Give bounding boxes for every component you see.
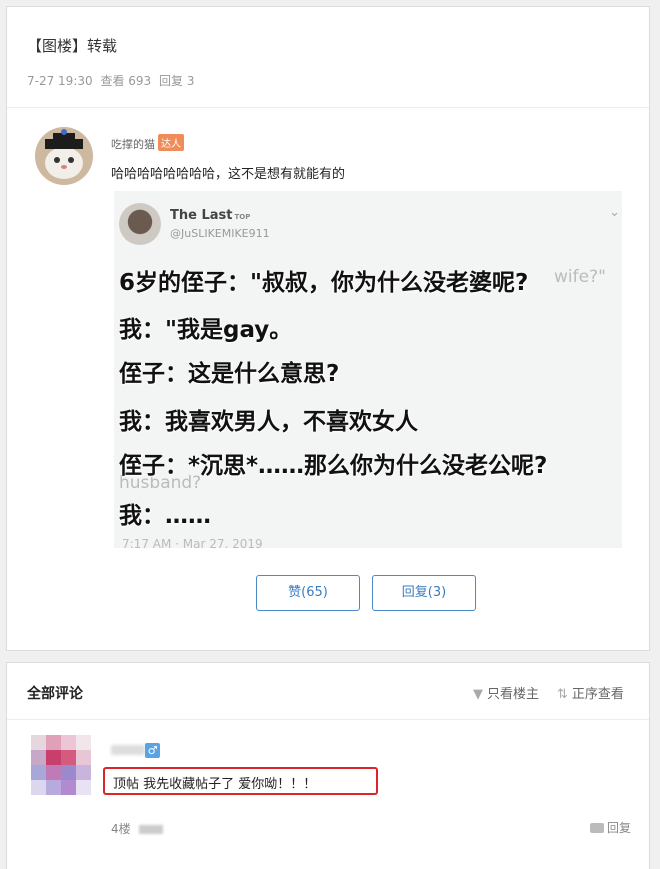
comment-location: [138, 825, 163, 834]
male-icon: ♂: [145, 743, 160, 758]
comments-card: 全部评论 ▼ 只看楼主 ⇅ 正序查看 ♂ 顶帖 我先收藏帖子了 爱你呦！！！ 4楼 …: [6, 662, 650, 869]
expert-badge: 达人: [158, 134, 184, 151]
reply-button[interactable]: 回复(3): [372, 575, 476, 611]
tweet-time: 7:17 AM · Mar 27, 2019: [122, 537, 263, 548]
divider: [7, 719, 649, 720]
tweet-name: The Last TOP: [170, 208, 250, 223]
post-meta: 7-27 19:30 查看 693 回复 3: [27, 72, 198, 89]
author-avatar[interactable]: [35, 127, 93, 185]
divider: [7, 107, 649, 108]
commenter-avatar[interactable]: [31, 735, 91, 795]
comment-highlight-box: 顶帖 我先收藏帖子了 爱你呦！！！: [103, 767, 378, 795]
order-filter[interactable]: ⇅ 正序查看: [557, 683, 624, 702]
comment-reply-label: 回复: [606, 821, 631, 835]
comment-text: 顶帖 我先收藏帖子了 爱你呦！！！: [113, 777, 317, 792]
comment-icon: [589, 823, 604, 833]
post-replies: 回复 3: [159, 74, 195, 88]
filter-icon: ▼: [473, 687, 483, 702]
author-name[interactable]: 吃撑的猫: [111, 138, 155, 151]
sort-icon: ⇅: [557, 687, 568, 702]
tweet-avatar: [119, 203, 161, 245]
only-owner-label: 只看楼主: [487, 687, 540, 702]
order-label: 正序查看: [571, 687, 624, 702]
tweet-line: 侄子：这是什么意思?: [119, 361, 340, 387]
tweet-top-mark: TOP: [234, 213, 251, 221]
tweet-line: 侄子：*沉思*……那么你为什么没老公呢?: [119, 453, 548, 479]
post-title: 【图楼】转载: [27, 37, 118, 55]
tweet-line: 我：……: [119, 503, 211, 529]
tweet-image[interactable]: The Last TOP @JuSLIKEMIKE911 ⌄ wife?" hus…: [114, 191, 622, 548]
post-views: 查看 693: [100, 74, 152, 88]
tweet-name-text: The Last: [170, 208, 233, 223]
comment-reply-button[interactable]: 回复: [589, 819, 631, 836]
author-line: 吃撑的猫 达人: [111, 134, 184, 152]
post-card: 【图楼】转载 7-27 19:30 查看 693 回复 3 吃撑的猫 达人 哈哈哈…: [6, 6, 650, 651]
comments-header: 全部评论: [27, 686, 83, 702]
tweet-line: 6岁的侄子："叔叔，你为什么没老婆呢?: [119, 270, 529, 296]
commenter-name[interactable]: [111, 745, 145, 755]
comment-floor: 4楼: [111, 820, 163, 837]
like-button[interactable]: 赞(65): [256, 575, 360, 611]
tweet-line: 我："我是gay。: [119, 317, 293, 343]
floor-label: 4楼: [111, 822, 131, 836]
chevron-down-icon: ⌄: [609, 205, 620, 220]
only-owner-filter[interactable]: ▼ 只看楼主: [473, 683, 539, 702]
tweet-handle: @JuSLIKEMIKE911: [170, 227, 270, 240]
post-text: 哈哈哈哈哈哈哈哈，这不是想有就能有的: [111, 167, 346, 182]
tweet-line: 我：我喜欢男人，不喜欢女人: [119, 409, 418, 435]
tweet-ghost-wife: wife?": [554, 267, 606, 287]
post-time: 7-27 19:30: [27, 74, 93, 88]
